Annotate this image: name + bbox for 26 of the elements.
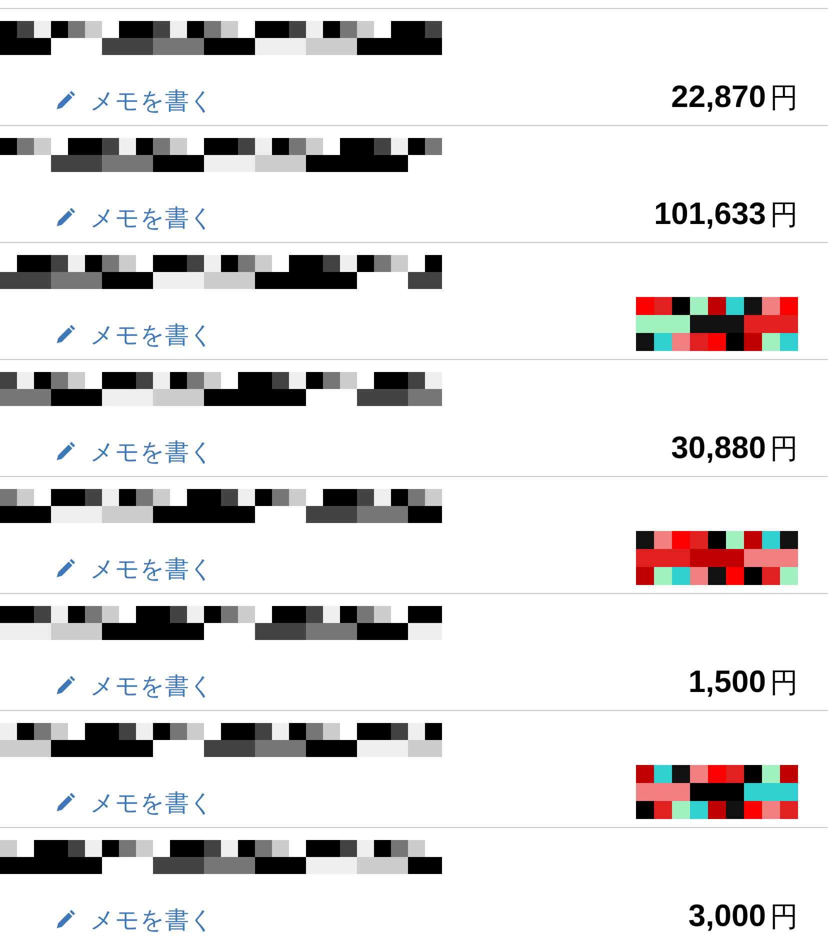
pencil-icon [54, 792, 76, 814]
pencil-icon [54, 909, 76, 931]
amount: 1,500 [688, 664, 766, 700]
amount: 101,633 [654, 196, 766, 232]
currency-unit: 円 [770, 80, 798, 116]
pencil-icon [54, 207, 76, 229]
amount: 22,870 [671, 79, 766, 115]
currency-unit: 円 [770, 197, 798, 233]
amount: 3,000 [688, 898, 766, 934]
currency-unit: 円 [770, 431, 798, 467]
pencil-icon [54, 558, 76, 580]
pencil-icon [54, 441, 76, 463]
amount: 30,880 [671, 430, 766, 466]
memo-link[interactable]: メモを書く [54, 553, 214, 585]
memo-link[interactable]: メモを書く [54, 904, 214, 936]
memo-link[interactable]: メモを書く [54, 319, 214, 351]
memo-link[interactable]: メモを書く [54, 670, 214, 702]
memo-link[interactable]: メモを書く [54, 202, 214, 234]
memo-link[interactable]: メモを書く [54, 436, 214, 468]
currency-unit: 円 [770, 899, 798, 935]
pencil-icon [54, 675, 76, 697]
memo-link[interactable]: メモを書く [54, 787, 214, 819]
pencil-icon [54, 324, 76, 346]
pencil-icon [54, 90, 76, 112]
currency-unit: 円 [770, 665, 798, 701]
memo-link[interactable]: メモを書く [54, 85, 214, 117]
